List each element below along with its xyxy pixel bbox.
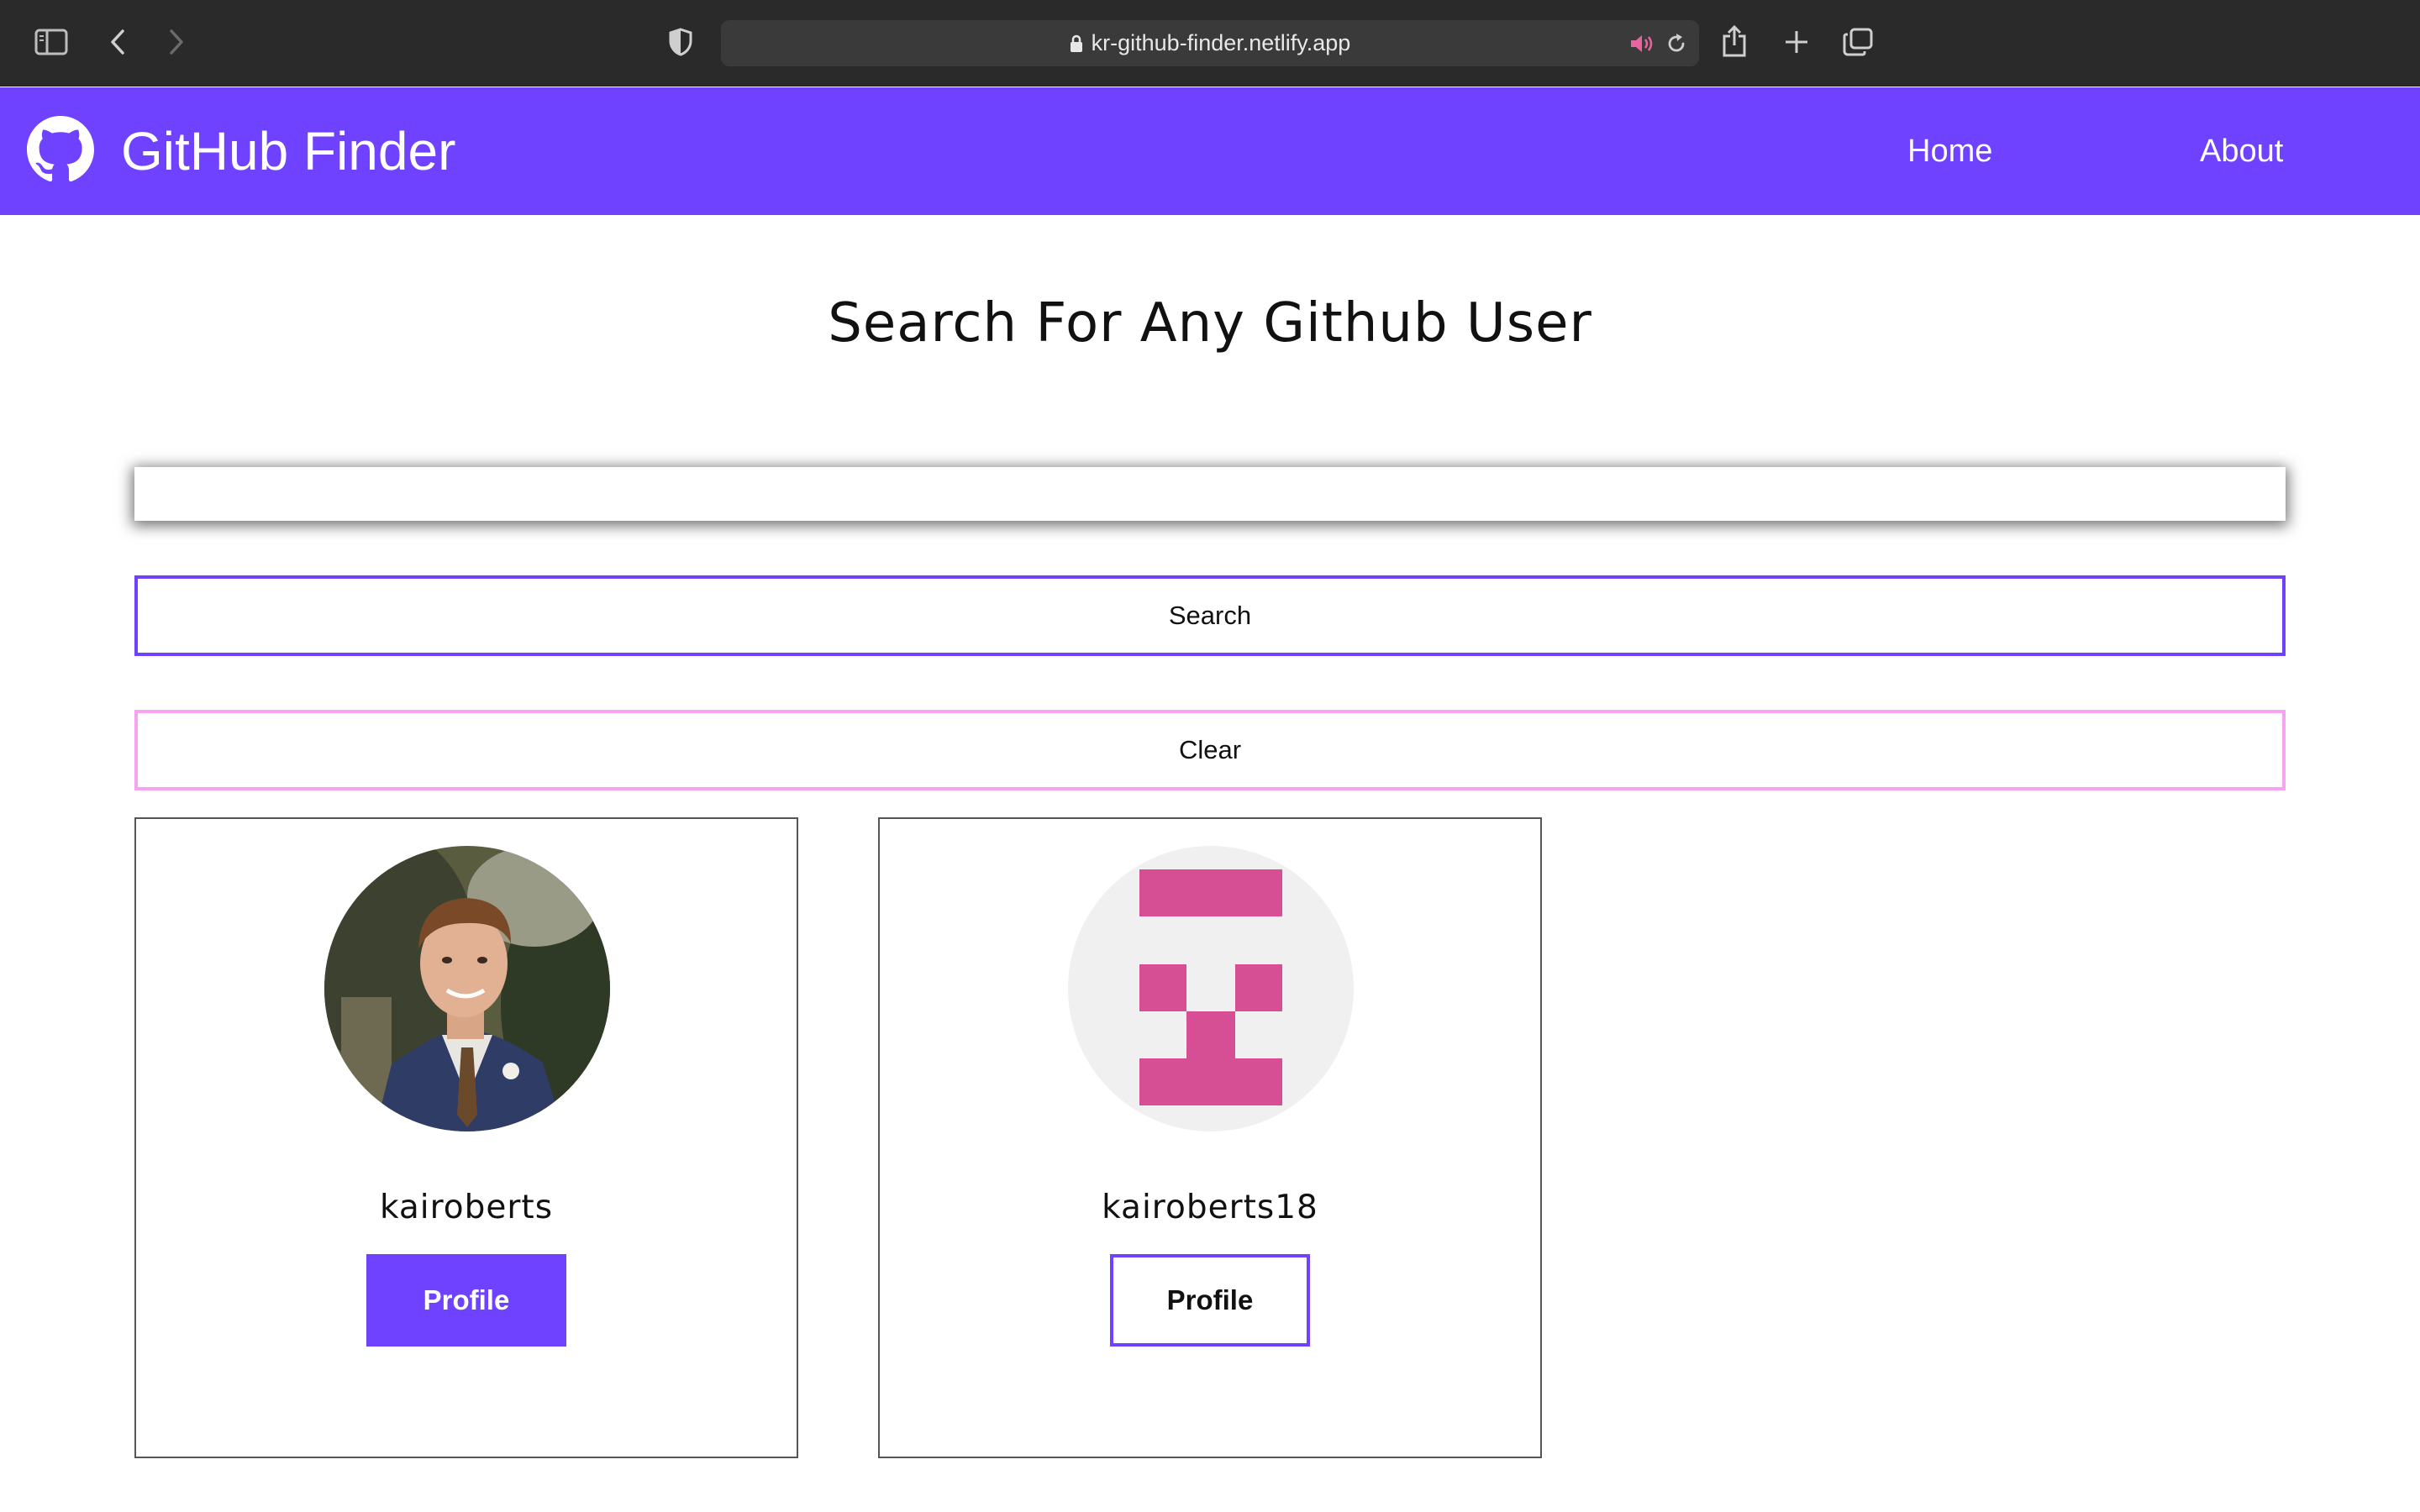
navbar: GitHub Finder Home About (0, 87, 2420, 215)
app-title[interactable]: GitHub Finder (121, 118, 455, 185)
audio-icon[interactable] (1627, 31, 1657, 56)
search-button[interactable]: Search (134, 575, 2286, 656)
clear-button[interactable]: Clear (134, 710, 2286, 790)
page-title: Search For Any Github User (828, 292, 1592, 354)
search-button-label: Search (1168, 601, 1252, 630)
forward-icon[interactable] (161, 25, 192, 59)
reload-icon[interactable] (1664, 31, 1689, 56)
username: kairoberts18 (1102, 1189, 1318, 1226)
tabs-icon[interactable] (1840, 25, 1876, 59)
github-icon (27, 116, 94, 183)
browser-toolbar: kr-github-finder.netlify.app (0, 0, 2420, 87)
clear-button-label: Clear (1178, 735, 1242, 764)
profile-button-label: Profile (423, 1284, 510, 1315)
user-card: kairoberts Profile (134, 817, 798, 1458)
address-bar[interactable]: kr-github-finder.netlify.app (721, 20, 1699, 66)
shield-icon[interactable] (666, 25, 696, 59)
username: kairoberts (379, 1189, 554, 1226)
profile-button-label: Profile (1166, 1284, 1254, 1315)
user-card: kairoberts18 Profile (878, 817, 1542, 1458)
back-icon[interactable] (103, 25, 133, 59)
identicon-avatar (1068, 846, 1354, 1131)
nav-link-about[interactable]: About (2200, 128, 2283, 175)
nav-link-home[interactable]: Home (1907, 128, 1992, 175)
profile-button[interactable]: Profile (366, 1254, 566, 1347)
search-input[interactable] (134, 467, 2286, 521)
sidebar-icon[interactable] (32, 27, 71, 57)
photo-avatar (324, 846, 610, 1131)
lock-icon (1070, 34, 1083, 53)
share-icon[interactable] (1718, 22, 1751, 60)
profile-button[interactable]: Profile (1110, 1254, 1310, 1347)
url-text: kr-github-finder.netlify.app (1091, 30, 1351, 55)
new-tab-icon[interactable] (1780, 25, 1813, 59)
